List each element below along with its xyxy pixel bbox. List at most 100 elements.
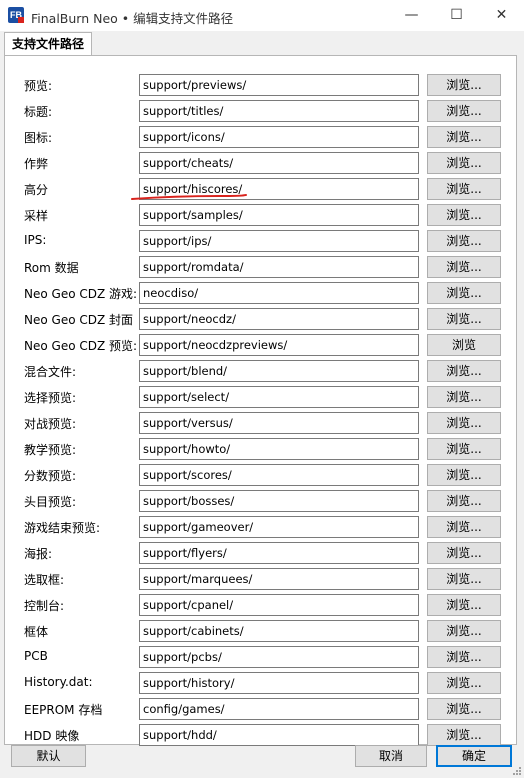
resize-grip-icon[interactable] [510,764,522,776]
path-label: 预览: [24,79,53,93]
path-input[interactable]: support/neocdz/ [139,308,419,330]
path-label: Neo Geo CDZ 预览: [24,339,138,353]
path-row: 作弊 support/cheats/浏览... [5,152,516,174]
browse-button[interactable]: 浏览... [427,672,501,694]
path-input[interactable]: support/marquees/ [139,568,419,590]
path-row: 图标: support/icons/浏览... [5,126,516,148]
path-row: 采样 support/samples/浏览... [5,204,516,226]
path-input[interactable]: support/samples/ [139,204,419,226]
path-label: 控制台: [24,599,65,613]
path-input[interactable]: support/flyers/ [139,542,419,564]
path-input[interactable]: support/romdata/ [139,256,419,278]
browse-button[interactable]: 浏览... [427,386,501,408]
path-label: IPS: [24,233,47,247]
browse-button[interactable]: 浏览... [427,360,501,382]
path-label: 高分 [24,183,49,197]
browse-button[interactable]: 浏览... [427,438,501,460]
browse-button[interactable]: 浏览... [427,464,501,486]
browse-button[interactable]: 浏览... [427,282,501,304]
browse-button[interactable]: 浏览... [427,490,501,512]
path-input[interactable]: support/cabinets/ [139,620,419,642]
path-input[interactable]: support/select/ [139,386,419,408]
path-input[interactable]: support/cpanel/ [139,594,419,616]
browse-button[interactable]: 浏览... [427,100,501,122]
path-input[interactable]: support/history/ [139,672,419,694]
browse-button[interactable]: 浏览... [427,594,501,616]
path-input[interactable]: support/pcbs/ [139,646,419,668]
path-row: 分数预览: support/scores/浏览... [5,464,516,486]
path-row: 头目预览: support/bosses/浏览... [5,490,516,512]
path-label: 采样 [24,209,49,223]
path-input[interactable]: support/cheats/ [139,152,419,174]
path-row: 高分 support/hiscores/浏览... [5,178,516,200]
path-label: 选择预览: [24,391,77,405]
path-input[interactable]: config/games/ [139,698,419,720]
browse-button[interactable]: 浏览... [427,724,501,746]
tab-support-paths[interactable]: 支持文件路径 [4,32,93,56]
browse-button[interactable]: 浏览... [427,308,501,330]
path-label: 作弊 [24,157,49,171]
minimize-button[interactable]: — [389,0,434,31]
path-input[interactable]: support/icons/ [139,126,419,148]
path-label: Neo Geo CDZ 游戏: [24,287,138,301]
path-input[interactable]: support/previews/ [139,74,419,96]
browse-button[interactable]: 浏览... [427,74,501,96]
window-title: FinalBurn Neo • 编辑支持文件路径 [31,11,234,26]
path-row: Neo Geo CDZ 预览: support/neocdzpreviews/浏览 [5,334,516,356]
maximize-button[interactable]: ☐ [434,0,479,31]
path-row: Neo Geo CDZ 游戏: neocdiso/浏览... [5,282,516,304]
browse-button[interactable]: 浏览... [427,412,501,434]
browse-button[interactable]: 浏览... [427,152,501,174]
path-row: 游戏结束预览: support/gameover/浏览... [5,516,516,538]
path-row: Rom 数据 support/romdata/浏览... [5,256,516,278]
path-row: 对战预览: support/versus/浏览... [5,412,516,434]
path-label: HDD 映像 [24,729,80,743]
path-label: 混合文件: [24,365,77,379]
path-row: 选取框: support/marquees/浏览... [5,568,516,590]
path-input[interactable]: support/titles/ [139,100,419,122]
path-row: 框体 support/cabinets/浏览... [5,620,516,642]
path-label: 游戏结束预览: [24,521,101,535]
path-input[interactable]: support/versus/ [139,412,419,434]
path-row: Neo Geo CDZ 封面 support/neocdz/浏览... [5,308,516,330]
browse-button[interactable]: 浏览... [427,620,501,642]
path-row: PCB support/pcbs/浏览... [5,646,516,668]
path-row: 预览: support/previews/浏览... [5,74,516,96]
path-label: 框体 [24,625,49,639]
path-label: EEPROM 存档 [24,703,103,717]
browse-button[interactable]: 浏览... [427,126,501,148]
browse-button[interactable]: 浏览... [427,646,501,668]
path-input[interactable]: support/hdd/ [139,724,419,746]
path-input[interactable]: support/bosses/ [139,490,419,512]
browse-button[interactable]: 浏览... [427,542,501,564]
path-row: 选择预览: support/select/浏览... [5,386,516,408]
path-input[interactable]: support/neocdzpreviews/ [139,334,419,356]
browse-button[interactable]: 浏览... [427,230,501,252]
default-button[interactable]: 默认 [11,745,86,767]
browse-button[interactable]: 浏览... [427,256,501,278]
path-label: 教学预览: [24,443,77,457]
browse-button[interactable]: 浏览... [427,698,501,720]
browse-button[interactable]: 浏览 [427,334,501,356]
close-button[interactable]: ✕ [479,0,524,31]
path-input[interactable]: support/blend/ [139,360,419,382]
cancel-button[interactable]: 取消 [355,745,427,767]
browse-button[interactable]: 浏览... [427,204,501,226]
path-row: 标题: support/titles/浏览... [5,100,516,122]
path-row: 控制台: support/cpanel/浏览... [5,594,516,616]
path-input[interactable]: support/howto/ [139,438,419,460]
path-row: 混合文件: support/blend/浏览... [5,360,516,382]
path-input[interactable]: support/scores/ [139,464,419,486]
path-input[interactable]: support/ips/ [139,230,419,252]
path-input[interactable]: support/gameover/ [139,516,419,538]
browse-button[interactable]: 浏览... [427,516,501,538]
browse-button[interactable]: 浏览... [427,568,501,590]
browse-button[interactable]: 浏览... [427,178,501,200]
path-label: History.dat: [24,675,93,689]
path-input[interactable]: neocdiso/ [139,282,419,304]
path-row: 海报: support/flyers/浏览... [5,542,516,564]
path-label: 图标: [24,131,53,145]
path-label: 分数预览: [24,469,77,483]
path-label: Neo Geo CDZ 封面 [24,313,134,327]
ok-button[interactable]: 确定 [436,745,512,767]
